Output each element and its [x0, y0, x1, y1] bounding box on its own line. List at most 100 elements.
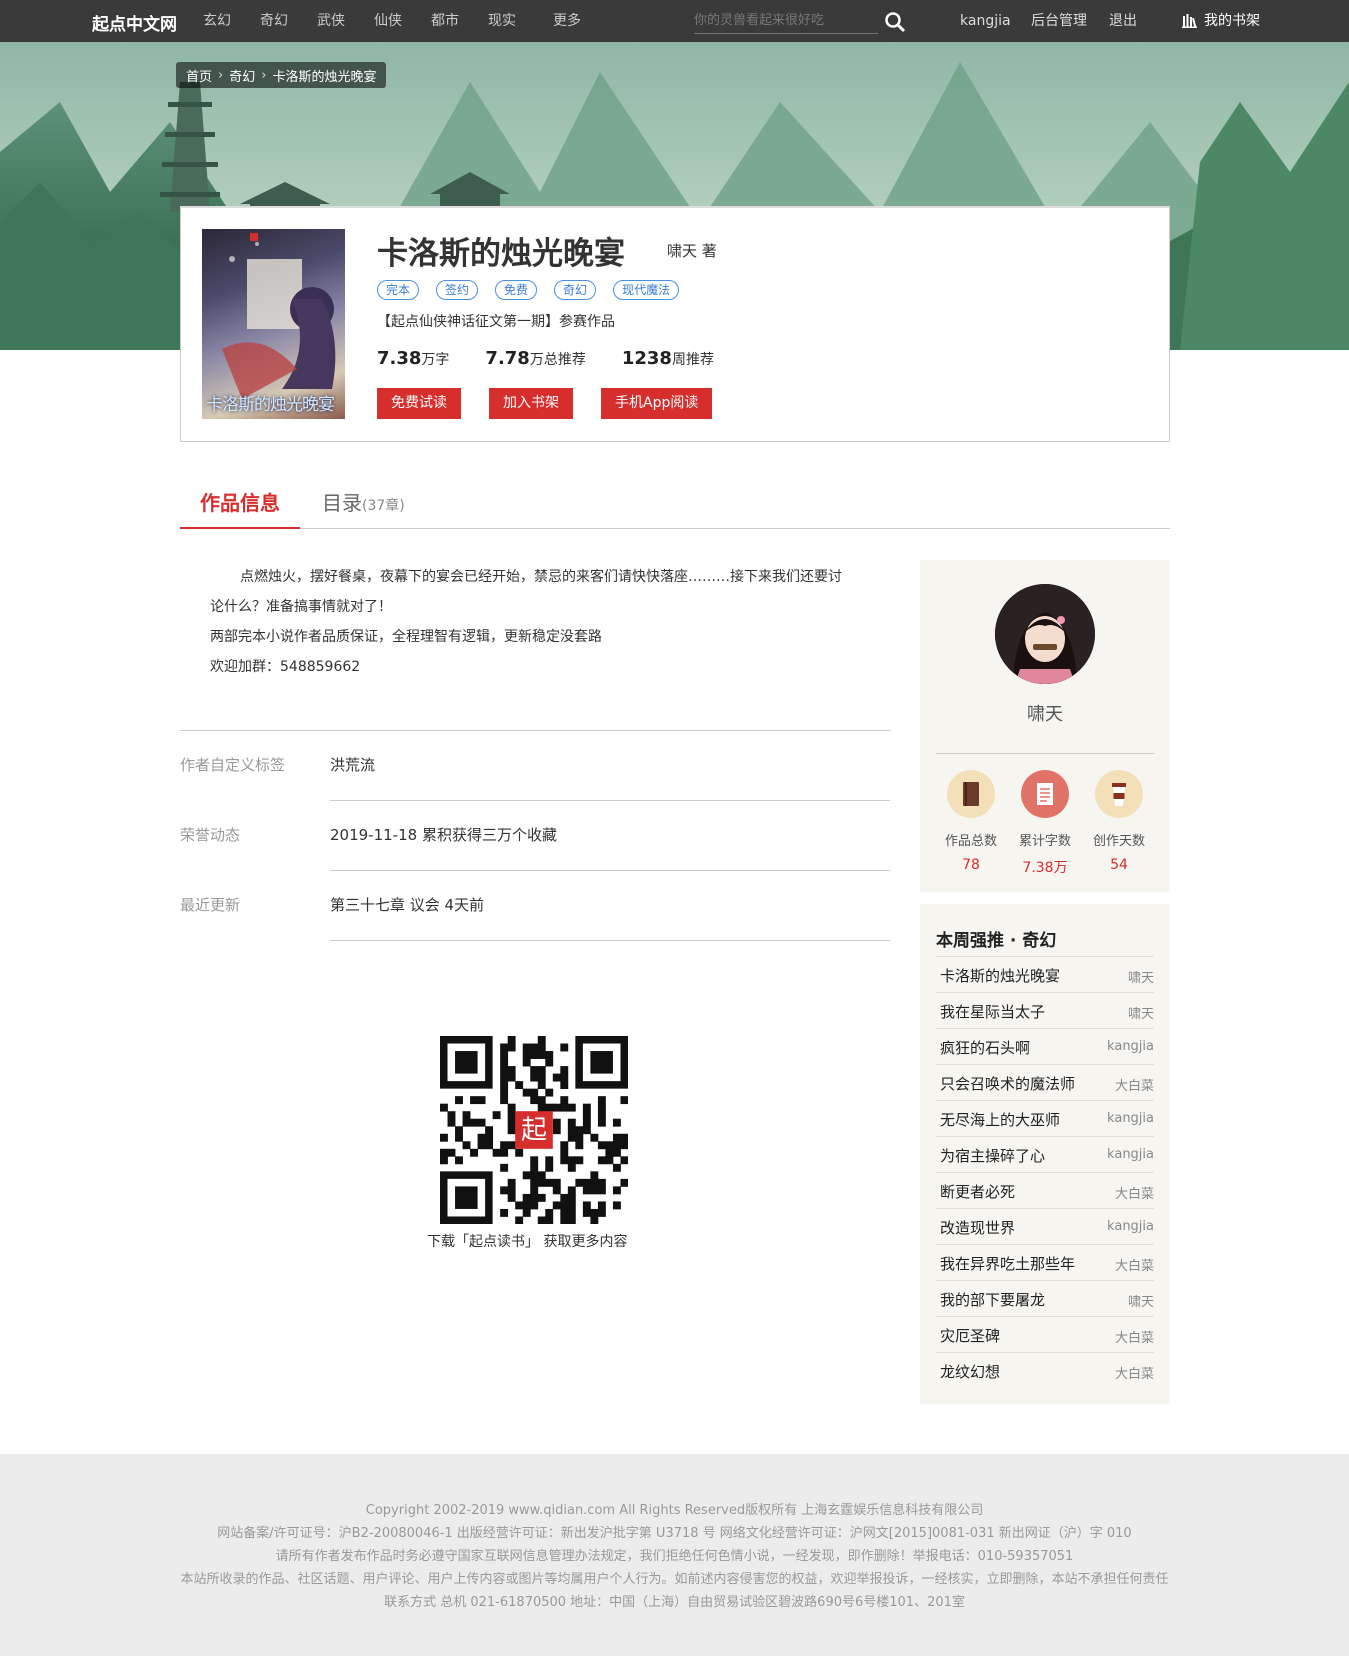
add-to-shelf-button[interactable]: 加入书架 [489, 388, 573, 419]
footer-text: Copyright 2002-2019 www.qidian.com All R… [0, 1499, 1349, 1614]
admin-link[interactable]: 后台管理 [1031, 0, 1087, 42]
breadcrumb-home[interactable]: 首页 [186, 66, 212, 85]
author-name[interactable]: 啸天 [920, 700, 1170, 726]
ranking-item[interactable]: 无尽海上的大巫师 kangjia [936, 1100, 1154, 1136]
ranking-book-author: kangjia [1107, 1111, 1154, 1126]
bookshelf-icon [1182, 14, 1197, 28]
cover-title: 卡洛斯的烛光晚宴 [206, 395, 335, 415]
ranking-item[interactable]: 为宿主操碎了心 kangjia [936, 1136, 1154, 1172]
ranking-item[interactable]: 卡洛斯的烛光晚宴 啸天 [936, 956, 1154, 992]
ranking-item[interactable]: 我在星际当太子 啸天 [936, 992, 1154, 1028]
tag[interactable]: 现代魔法 [613, 280, 680, 300]
footer-line: 本站所收录的作品、社区话题、用户评论、用户上传内容或图片等均属用户个人行为。如前… [180, 1572, 1169, 1587]
total-recommend: 7.78万总推荐 [485, 348, 586, 369]
search-input[interactable] [694, 8, 878, 34]
ranking-book-author: 大白菜 [1114, 1367, 1154, 1382]
ranking-book-author: 大白菜 [1114, 1187, 1154, 1202]
footer-line: 联系方式 总机 021-61870500 地址：中国（上海）自由贸易试验区碧波路… [384, 1595, 965, 1610]
detail-value[interactable]: 洪荒流 [330, 754, 375, 775]
ranking-list: 卡洛斯的烛光晚宴 啸天 我在星际当太子 啸天 疯狂的石头啊 kangjia 只会召唤术的魔法… [936, 956, 1154, 1388]
free-read-button[interactable]: 免费试读 [377, 388, 461, 419]
ranking-item[interactable]: 改造现世界 kangjia [936, 1208, 1154, 1244]
detail-label: 作者自定义标签 [180, 756, 286, 774]
ranking-book-author: kangjia [1107, 1219, 1154, 1234]
ranking-book-title[interactable]: 我在星际当太子 [940, 1001, 1045, 1022]
ranking-book-author: 啸天 [1127, 1007, 1154, 1022]
book-author[interactable]: 啸天 著 [667, 240, 717, 261]
ranking-book-author: 大白菜 [1114, 1259, 1154, 1274]
tag[interactable]: 奇幻 [554, 280, 597, 300]
ranking-book-title[interactable]: 断更者必死 [940, 1181, 1015, 1202]
site-logo[interactable]: 起点中文网 [92, 10, 177, 35]
ranking-book-author: 大白菜 [1114, 1079, 1154, 1094]
breadcrumb-book: 卡洛斯的烛光晚宴 [272, 69, 377, 85]
ranking-book-author: kangjia [1107, 1147, 1154, 1162]
app-read-button[interactable]: 手机App阅读 [601, 388, 713, 419]
nav-item-qihuan[interactable]: 奇幻 [260, 0, 288, 42]
book-title: 卡洛斯的烛光晚宴 [377, 236, 625, 272]
word-count: 7.38万字 [377, 348, 450, 369]
nav-item-xianshi[interactable]: 现实 [488, 0, 516, 42]
ranking-book-title[interactable]: 卡洛斯的烛光晚宴 [940, 965, 1060, 986]
action-buttons: 免费试读 加入书架 手机App阅读 [377, 388, 713, 419]
document-icon [1021, 770, 1069, 818]
ranking-item[interactable]: 我在异界吃土那些年 大白菜 [936, 1244, 1154, 1280]
ranking-book-title[interactable]: 龙纹幻想 [940, 1361, 1000, 1382]
weekly-recommend: 1238周推荐 [621, 348, 714, 369]
ranking-book-author: 啸天 [1127, 1295, 1154, 1310]
divider [936, 753, 1154, 754]
stat-value: 54 [1110, 857, 1128, 873]
ranking-book-title[interactable]: 改造现世界 [940, 1217, 1015, 1238]
ranking-book-title[interactable]: 只会召唤术的魔法师 [940, 1073, 1075, 1094]
ranking-book-author: kangjia [1107, 1039, 1154, 1054]
logout-link[interactable]: 退出 [1109, 0, 1137, 42]
ranking-book-title[interactable]: 我在异界吃土那些年 [940, 1253, 1075, 1274]
stat-value: 78 [962, 857, 980, 873]
tab-info[interactable]: 作品信息 [180, 488, 300, 529]
ranking-book-author: 啸天 [1127, 971, 1154, 986]
ranking-book-title[interactable]: 灾厄圣碑 [940, 1325, 1000, 1346]
stat-label: 作品总数 [944, 834, 997, 849]
detail-label: 荣誉动态 [180, 826, 241, 844]
ranking-book-title[interactable]: 我的部下要屠龙 [940, 1289, 1045, 1310]
footer: Copyright 2002-2019 www.qidian.com All R… [0, 1454, 1349, 1656]
latest-chapter-link[interactable]: 第三十七章 议会 4天前 [330, 894, 484, 915]
ranking-item[interactable]: 疯狂的石头啊 kangjia [936, 1028, 1154, 1064]
tag-list: 完本 签约 免费 奇幻 现代魔法 [377, 280, 680, 300]
tag[interactable]: 签约 [436, 280, 479, 300]
ranking-title: 本周强推 · 奇幻 [936, 931, 1057, 951]
ranking-book-title[interactable]: 疯狂的石头啊 [940, 1037, 1030, 1058]
tag[interactable]: 免费 [495, 280, 538, 300]
ranking-item[interactable]: 龙纹幻想 大白菜 [936, 1352, 1154, 1388]
search-icon[interactable] [884, 11, 906, 33]
ranking-item[interactable]: 灾厄圣碑 大白菜 [936, 1316, 1154, 1352]
ranking-item[interactable]: 只会召唤术的魔法师 大白菜 [936, 1064, 1154, 1100]
book-icon [947, 770, 995, 818]
ranking-book-title[interactable]: 为宿主操碎了心 [940, 1145, 1045, 1166]
nav-item-wuxia[interactable]: 武侠 [317, 0, 345, 42]
breadcrumb-category[interactable]: 奇幻 [229, 66, 255, 85]
tag[interactable]: 完本 [377, 280, 420, 300]
ranking-item[interactable]: 我的部下要屠龙 啸天 [936, 1280, 1154, 1316]
book-cover[interactable]: 卡洛斯的烛光晚宴 [202, 229, 345, 419]
detail-value: 2019-11-18 累积获得三万个收藏 [330, 826, 557, 844]
qr-code-image: 起 [440, 1036, 629, 1225]
tab-catalog[interactable]: 目录(37章) [322, 488, 405, 521]
ranking-item[interactable]: 断更者必死 大白菜 [936, 1172, 1154, 1208]
nav-item-dushi[interactable]: 都市 [431, 0, 459, 42]
footer-line: 网站备案/许可证号：沪B2-20080046-1 出版经营许可证：新出发沪批字第… [217, 1526, 1132, 1541]
nav-item-more[interactable]: 更多 [553, 0, 581, 42]
chevron-right-icon: › [218, 67, 224, 83]
intro-paragraph: 点燃烛火，摆好餐桌，夜幕下的宴会已经开始，禁忌的来客们请快快落座………接下来我们… [240, 569, 842, 585]
intro-paragraph: 论什么？准备搞事情就对了！ [210, 599, 392, 615]
top-navbar: 起点中文网 玄幻 奇幻 武侠 仙侠 都市 现实 更多 kangjia 后台管理 … [0, 0, 1349, 42]
username-link[interactable]: kangjia [960, 0, 1011, 42]
nav-item-xianxia[interactable]: 仙侠 [374, 0, 402, 42]
ranking-book-title[interactable]: 无尽海上的大巫师 [940, 1109, 1060, 1130]
author-avatar[interactable] [995, 584, 1095, 684]
bookshelf-link[interactable]: 我的书架 [1182, 0, 1260, 42]
content-tabs: 作品信息 目录(37章) [180, 488, 1170, 529]
nav-item-xuanhuan[interactable]: 玄幻 [203, 0, 231, 42]
app-qr-code: 起 [440, 1036, 629, 1225]
svg-text:起: 起 [521, 1115, 547, 1145]
